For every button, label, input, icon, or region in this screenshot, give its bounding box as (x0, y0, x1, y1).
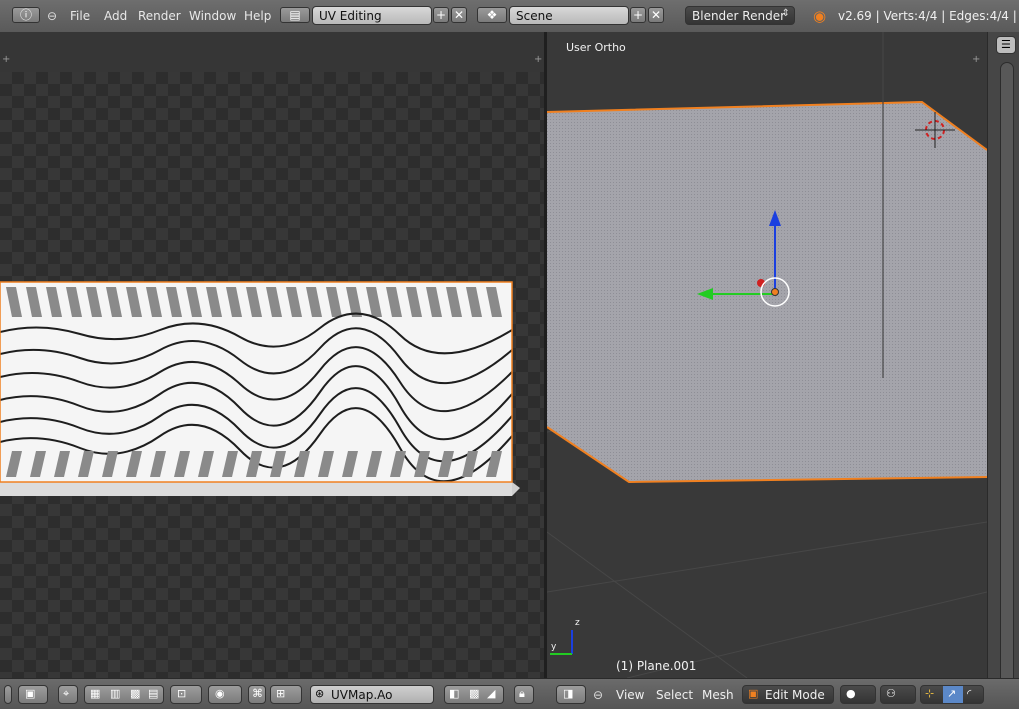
link-icon: ⌘ (252, 687, 263, 700)
3d-view-editor-type-button[interactable]: ◨ (556, 685, 586, 704)
add-screen-button[interactable]: + (433, 7, 449, 23)
collapse-menu-icon[interactable]: ⊖ (47, 9, 57, 23)
menu-help[interactable]: Help (244, 9, 271, 23)
proportional-icon: ◉ (215, 687, 225, 700)
uv-map-icon: ⊛ (315, 687, 325, 700)
mesh-plane-face[interactable] (547, 102, 987, 482)
edit-mode-icon: ▣ (748, 687, 759, 700)
edge-select-icon[interactable]: ▥ (110, 687, 120, 700)
uv-map-field[interactable]: ⊛ UVMap.Ao (310, 685, 434, 704)
menu-select[interactable]: Select (656, 688, 693, 702)
menu-window[interactable]: Window (189, 9, 236, 23)
menu-mesh[interactable]: Mesh (702, 688, 734, 702)
scene-icon: ❖ (486, 8, 498, 22)
add-scene-button[interactable]: + (630, 7, 646, 23)
manipulator-icon[interactable]: ⊹ (925, 687, 934, 700)
menu-file[interactable]: File (70, 9, 90, 23)
3d-viewport[interactable]: User Ortho + z y (1) Plane.001 (547, 32, 987, 678)
pivot-dropdown[interactable]: ⊡ (170, 685, 202, 704)
scrollbar[interactable] (1000, 62, 1014, 694)
render-engine-label: Blender Render (692, 9, 786, 23)
axis-z-label: z (575, 618, 580, 628)
scene-statistics: v2.69 | Verts:4/4 | Edges:4/4 | Faces (838, 9, 1019, 23)
bottom-header: ▣ ⌖ ▦ ▥ ▩ ▤ ⊡ ◉ ⌘ ⊞ ⊛ UVMap.Ao ◧ ▩ ◢ 🔒︎ … (0, 678, 1019, 709)
render-engine-dropdown[interactable]: Blender Render ⇕ (685, 6, 795, 25)
translate-icon: ↗ (947, 687, 957, 700)
sticky-select-button[interactable]: ⌘ (248, 685, 266, 704)
object-origin (771, 288, 779, 296)
uv-map-name: UVMap.Ao (331, 688, 393, 702)
blender-logo-icon: ◉ (813, 7, 827, 25)
snap-dropdown[interactable]: ⊞ (270, 685, 302, 704)
pivot-icon: ⊡ (177, 687, 187, 700)
delete-scene-button[interactable]: ✕ (648, 7, 664, 23)
uv-editor-type-button[interactable]: ▣ (18, 685, 48, 704)
shading-dropdown[interactable]: ● (840, 685, 876, 704)
uv-image-editor[interactable]: + + (0, 32, 544, 678)
image-editor-icon: ▣ (25, 687, 36, 700)
close-icon: ✕ (650, 8, 662, 22)
vertex-select-icon[interactable]: ▦ (90, 687, 100, 700)
cube-icon: ◨ (563, 687, 574, 700)
properties-icon: ☰ (1001, 38, 1011, 51)
menu-render[interactable]: Render (138, 9, 181, 23)
solid-shading-icon: ● (846, 687, 856, 700)
close-icon: ✕ (453, 8, 465, 22)
texture-corner (512, 482, 520, 496)
uv-select-mode-group[interactable]: ▦ ▥ ▩ ▤ (84, 685, 164, 704)
screen-layout-field[interactable]: UV Editing (312, 6, 432, 25)
pivot-point-dropdown[interactable]: ⚇ (880, 685, 916, 704)
right-tool-strip: ☰ (987, 32, 1019, 708)
screen-layout-selector[interactable]: ▤ (280, 7, 310, 23)
lock-button[interactable]: 🔒︎ (514, 685, 534, 704)
rotate-icon[interactable]: ◜ (967, 687, 971, 700)
menu-view[interactable]: View (616, 688, 644, 702)
cursor-icon: ⌖ (63, 687, 70, 700)
manipulator-group[interactable]: ⊹ ↗ ◜ (920, 685, 984, 704)
island-select-icon[interactable]: ▤ (148, 687, 158, 700)
menu-add[interactable]: Add (104, 9, 127, 23)
info-header: ⓘ ⊖ File Add Render Window Help ▤ UV Edi… (0, 0, 1019, 33)
object-info-label: (1) Plane.001 (616, 659, 697, 673)
layout-icon: ▤ (289, 8, 301, 22)
axis-y-label: y (551, 642, 557, 652)
chevron-updown-icon: ⇕ (781, 8, 790, 19)
collapse-menu-icon[interactable]: ⊖ (593, 688, 603, 702)
display-toggle-group[interactable]: ◧ ▩ ◢ (444, 685, 504, 704)
checker-icon[interactable]: ▩ (469, 687, 479, 700)
editor-type-info-button[interactable]: ⓘ (12, 7, 40, 23)
delete-screen-button[interactable]: ✕ (451, 7, 467, 23)
info-icon: ⓘ (19, 8, 32, 22)
texture-bottom-edge (0, 482, 512, 496)
view-menu-button[interactable]: ⌖ (58, 685, 78, 704)
viewport-scene (547, 32, 987, 678)
screen-layout-name: UV Editing (319, 9, 382, 23)
left-edge-button[interactable] (4, 685, 12, 704)
mode-label: Edit Mode (765, 688, 825, 702)
snap-icon: ⊞ (276, 687, 286, 700)
plus-icon: + (632, 8, 644, 22)
scene-field[interactable]: Scene (509, 6, 629, 25)
proportional-edit-dropdown[interactable]: ◉ (208, 685, 242, 704)
properties-toggle-button[interactable]: ☰ (996, 36, 1016, 54)
plus-icon: + (435, 8, 447, 22)
scene-name: Scene (516, 9, 553, 23)
pivot-icon: ⚇ (886, 687, 896, 700)
uv-texture-image (0, 281, 520, 496)
scene-selector[interactable]: ❖ (477, 7, 507, 23)
stretch-icon[interactable]: ◢ (487, 687, 495, 700)
mode-dropdown[interactable]: ▣ Edit Mode (742, 685, 834, 704)
lock-icon: 🔒︎ (519, 687, 525, 700)
face-select-icon[interactable]: ▩ (130, 687, 140, 700)
uv-display-icon[interactable]: ◧ (449, 687, 459, 700)
